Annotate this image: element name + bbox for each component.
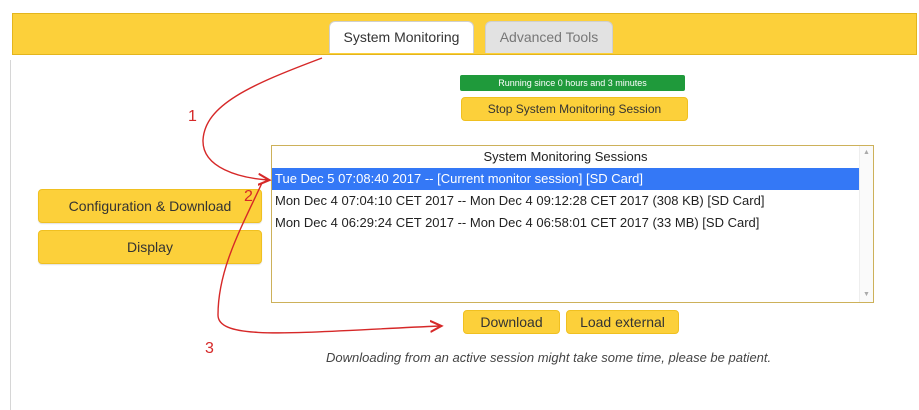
annotation-number: 3: [205, 340, 214, 357]
annotation-number: 1: [188, 108, 197, 125]
annotation-number: 2: [244, 188, 253, 205]
annotation-arrows: [202, 57, 919, 334]
arrow-1-icon: [202, 57, 323, 180]
